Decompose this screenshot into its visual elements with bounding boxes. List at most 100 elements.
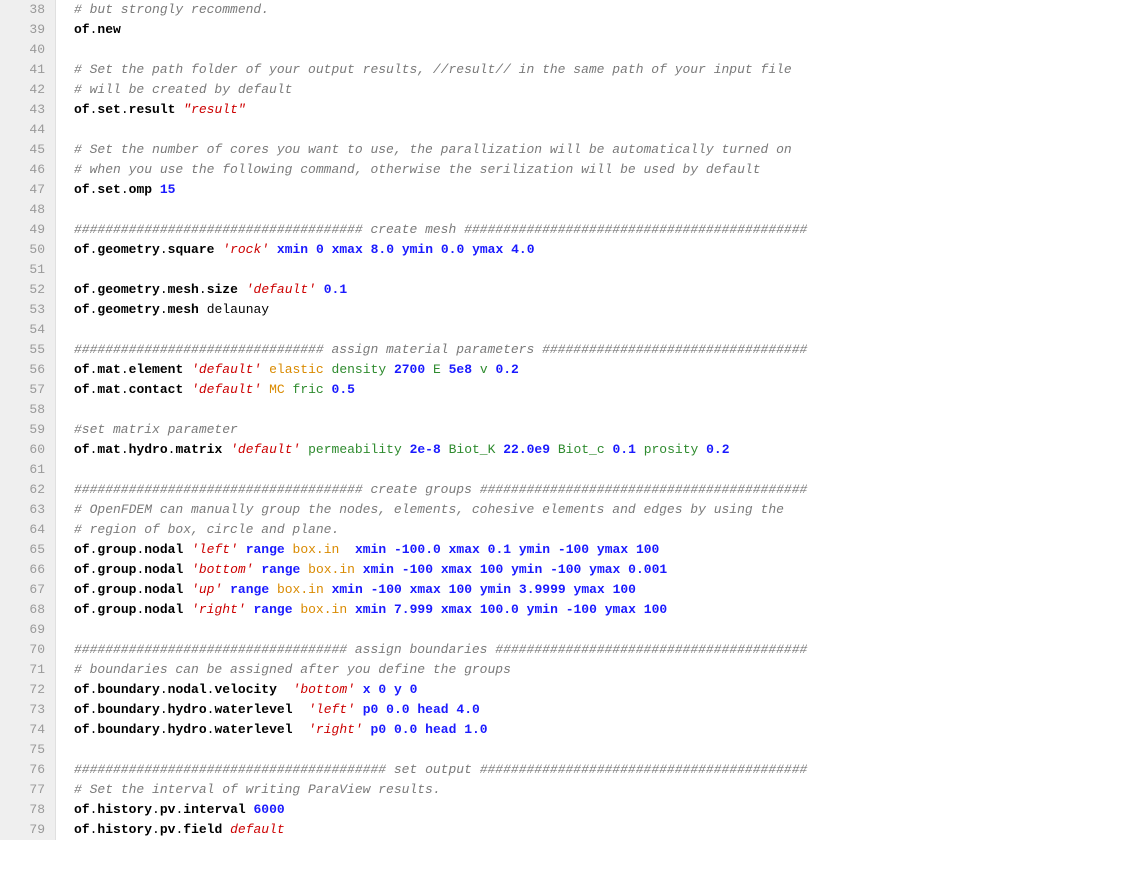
code-line[interactable]: ################################ assign … — [74, 340, 1129, 360]
token-id: box.in — [300, 602, 347, 617]
token-kw: geometry — [97, 302, 159, 317]
token-pl — [222, 822, 230, 837]
code-line[interactable]: # Set the number of cores you want to us… — [74, 140, 1129, 160]
code-line[interactable]: # when you use the following command, ot… — [74, 160, 1129, 180]
code-line[interactable]: # but strongly recommend. — [74, 0, 1129, 20]
token-bl: xmax — [441, 562, 472, 577]
line-number: 73 — [0, 700, 45, 720]
token-pl: . — [152, 822, 160, 837]
code-line[interactable]: of.set.omp 15 — [74, 180, 1129, 200]
token-sr: 'default' — [230, 442, 300, 457]
token-pl — [363, 242, 371, 257]
token-pl — [347, 602, 355, 617]
code-line[interactable]: of.group.nodal 'left' range box.in xmin … — [74, 540, 1129, 560]
code-line[interactable]: of.mat.contact 'default' MC fric 0.5 — [74, 380, 1129, 400]
line-number: 46 — [0, 160, 45, 180]
code-line[interactable]: # region of box, circle and plane. — [74, 520, 1129, 540]
token-cm: set output — [386, 762, 480, 777]
code-line[interactable]: of.boundary.nodal.velocity 'bottom' x 0 … — [74, 680, 1129, 700]
code-line[interactable] — [74, 400, 1129, 420]
code-line[interactable] — [74, 200, 1129, 220]
token-kw: hydro — [168, 702, 207, 717]
token-cm: # but strongly recommend. — [74, 2, 269, 17]
code-line[interactable]: of.group.nodal 'up' range box.in xmin -1… — [74, 580, 1129, 600]
code-line[interactable]: of.geometry.mesh.size 'default' 0.1 — [74, 280, 1129, 300]
token-kw: of — [74, 182, 90, 197]
code-line[interactable]: of.group.nodal 'right' range box.in xmin… — [74, 600, 1129, 620]
token-bl: ymax — [597, 542, 628, 557]
code-line[interactable]: of.mat.hydro.matrix 'default' permeabili… — [74, 440, 1129, 460]
token-nm: 100 — [449, 582, 472, 597]
token-pl — [277, 682, 293, 697]
code-line[interactable]: of.mat.element 'default' elastic density… — [74, 360, 1129, 380]
code-line[interactable] — [74, 320, 1129, 340]
token-nm: 100 — [636, 542, 659, 557]
token-cm: ##################################### — [74, 482, 363, 497]
token-kw: of — [74, 702, 90, 717]
token-bl: range — [254, 602, 293, 617]
token-kw: history — [97, 822, 152, 837]
code-line[interactable]: # OpenFDEM can manually group the nodes,… — [74, 500, 1129, 520]
code-line[interactable]: #set matrix parameter — [74, 420, 1129, 440]
token-pl — [246, 602, 254, 617]
token-pl — [425, 362, 433, 377]
code-line[interactable]: # will be created by default — [74, 80, 1129, 100]
token-cm: # region of box, circle and plane. — [74, 522, 339, 537]
token-sr: 'bottom' — [293, 682, 355, 697]
code-line[interactable] — [74, 40, 1129, 60]
token-kw: of — [74, 822, 90, 837]
code-line[interactable]: of.boundary.hydro.waterlevel 'left' p0 0… — [74, 700, 1129, 720]
token-pl — [386, 602, 394, 617]
token-nm: 0.5 — [332, 382, 355, 397]
code-area[interactable]: # but strongly recommend. of.new # Set th… — [56, 0, 1129, 840]
code-line[interactable] — [74, 620, 1129, 640]
code-line[interactable] — [74, 740, 1129, 760]
token-kw: interval — [183, 802, 245, 817]
token-pl: . — [199, 282, 207, 297]
token-kw: waterlevel — [214, 722, 292, 737]
code-line[interactable]: ########################################… — [74, 760, 1129, 780]
code-line[interactable] — [74, 260, 1129, 280]
token-kw: omp — [129, 182, 152, 197]
code-line[interactable]: ##################################### cr… — [74, 480, 1129, 500]
code-line[interactable]: of.geometry.square 'rock' xmin 0 xmax 8.… — [74, 240, 1129, 260]
code-line[interactable]: of.new — [74, 20, 1129, 40]
token-bl: xmin — [355, 602, 386, 617]
token-pl — [222, 442, 230, 457]
token-nm: 6000 — [254, 802, 285, 817]
token-pl — [636, 602, 644, 617]
line-number: 79 — [0, 820, 45, 840]
code-line[interactable]: ################################### assi… — [74, 640, 1129, 660]
token-nm: 0.0 — [441, 242, 464, 257]
token-pl — [472, 582, 480, 597]
token-nm: 100 — [480, 562, 503, 577]
code-line[interactable]: ##################################### cr… — [74, 220, 1129, 240]
token-cm: create mesh — [363, 222, 464, 237]
token-pl — [386, 722, 394, 737]
token-kw: mat — [97, 382, 120, 397]
code-line[interactable] — [74, 460, 1129, 480]
token-pl: delaunay — [207, 302, 269, 317]
token-cm: ##################################### — [74, 222, 363, 237]
code-line[interactable]: of.group.nodal 'bottom' range box.in xmi… — [74, 560, 1129, 580]
code-line[interactable] — [74, 120, 1129, 140]
token-pl: . — [121, 362, 129, 377]
token-kw: geometry — [97, 242, 159, 257]
code-line[interactable]: # boundaries can be assigned after you d… — [74, 660, 1129, 680]
token-nm: 0.2 — [706, 442, 729, 457]
token-pl: . — [160, 682, 168, 697]
token-bl: xmin — [355, 542, 386, 557]
code-line[interactable]: of.history.pv.interval 6000 — [74, 800, 1129, 820]
code-line[interactable]: of.boundary.hydro.waterlevel 'right' p0 … — [74, 720, 1129, 740]
code-line[interactable]: of.set.result "result" — [74, 100, 1129, 120]
token-pl — [183, 542, 191, 557]
token-pl — [394, 562, 402, 577]
code-line[interactable]: of.geometry.mesh delaunay — [74, 300, 1129, 320]
token-nm: 0.1 — [612, 442, 635, 457]
token-nm: 3.9999 — [519, 582, 566, 597]
code-line[interactable]: # Set the path folder of your output res… — [74, 60, 1129, 80]
token-kw: group — [97, 542, 136, 557]
code-line[interactable]: of.history.pv.field default — [74, 820, 1129, 840]
code-line[interactable]: # Set the interval of writing ParaView r… — [74, 780, 1129, 800]
token-bl: ymax — [472, 242, 503, 257]
